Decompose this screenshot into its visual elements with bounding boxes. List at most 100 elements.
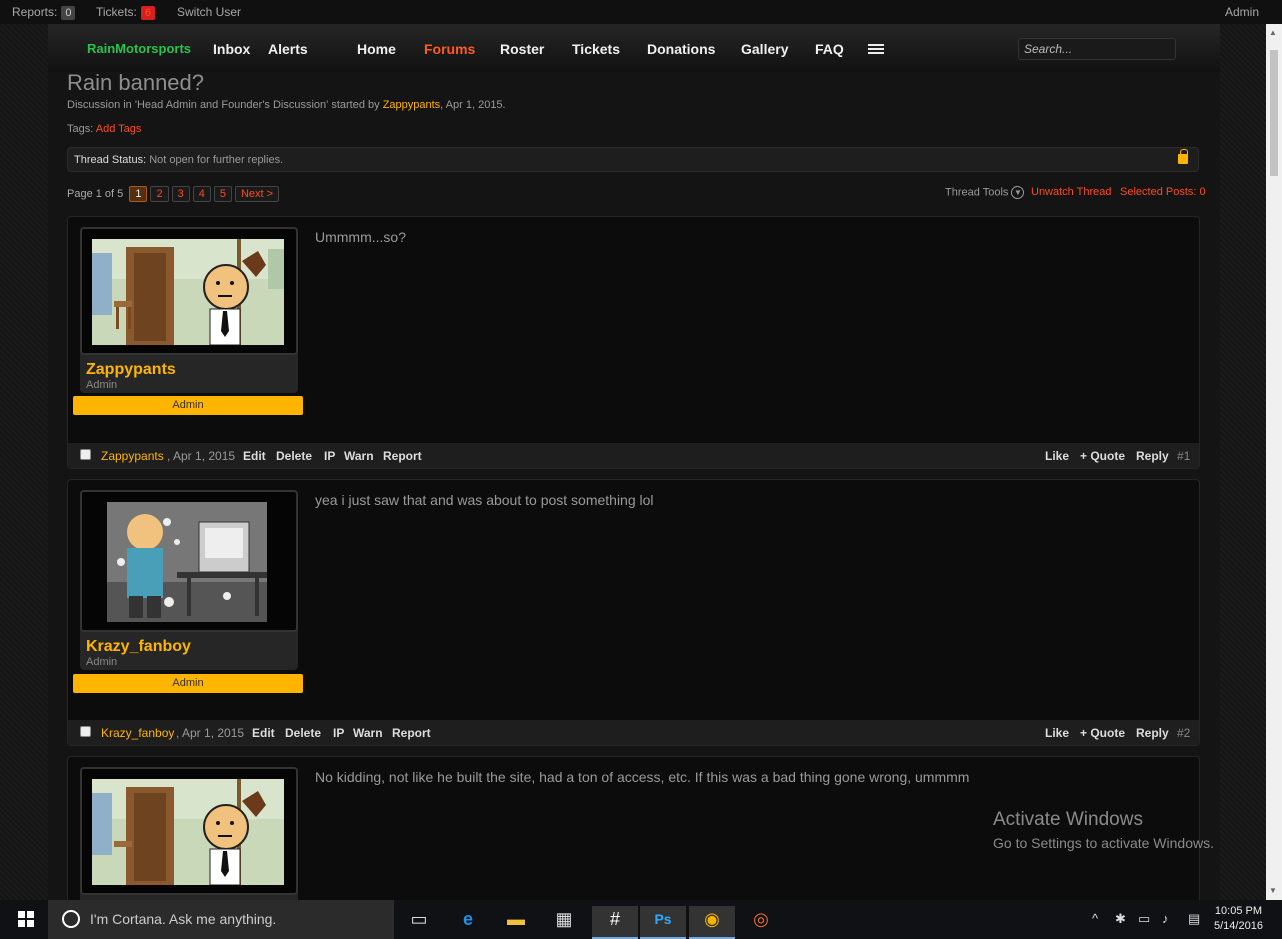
store-icon[interactable]: ▦ xyxy=(541,906,587,939)
account-link[interactable]: Admin xyxy=(1225,5,1259,19)
post-2: Krazy_fanboy Admin Admin yea i just saw … xyxy=(67,479,1200,746)
warn-link[interactable]: Warn xyxy=(344,449,374,463)
warn-link[interactable]: Warn xyxy=(353,726,383,740)
nav-home[interactable]: Home xyxy=(357,41,396,57)
selected-posts-link[interactable]: Selected Posts: 0 xyxy=(1120,186,1206,198)
thread-tools-menu[interactable]: Thread Tools ▼ xyxy=(945,186,1025,199)
thread-status-bar: Thread Status: Not open for further repl… xyxy=(67,147,1199,172)
switch-user-link[interactable]: Switch User xyxy=(177,5,241,19)
staff-bar: Reports: 0 Tickets: 6 Switch User Admin xyxy=(0,0,1282,24)
edit-link[interactable]: Edit xyxy=(243,449,266,463)
scroll-up-icon[interactable]: ▲ xyxy=(1269,28,1277,37)
taskbar: I'm Cortana. Ask me anything. ▭ e ▬ ▦ # … xyxy=(0,900,1282,939)
unwatch-thread-link[interactable]: Unwatch Thread xyxy=(1031,186,1112,198)
post-number-link[interactable]: #2 xyxy=(1177,726,1190,740)
page-link-3[interactable]: 3 xyxy=(171,186,190,202)
select-post-checkbox[interactable] xyxy=(80,726,91,737)
post-author-link[interactable]: Krazy_fanboy xyxy=(101,726,174,740)
nav-faq[interactable]: FAQ xyxy=(815,41,844,57)
like-link[interactable]: Like xyxy=(1045,726,1069,740)
user-info: Zappypants Admin xyxy=(80,227,298,393)
post-footer: Zappypants , Apr 1, 2015 Edit Delete IP … xyxy=(68,443,1199,468)
page-background-left xyxy=(0,24,48,900)
thread-author-link[interactable]: Zappypants xyxy=(383,99,440,111)
search-input[interactable]: Search... xyxy=(1018,38,1176,60)
notifications-icon[interactable]: ▤ xyxy=(1188,911,1200,927)
ip-link[interactable]: IP xyxy=(333,726,344,740)
watermark-title: Activate Windows xyxy=(993,809,1143,830)
chrome-icon[interactable]: ◉ xyxy=(689,906,735,939)
page-link-5[interactable]: 5 xyxy=(213,186,232,202)
add-tags-link[interactable]: Add Tags xyxy=(96,123,142,135)
page-count-label: Page 1 of 5 xyxy=(67,188,124,200)
task-view-icon[interactable]: ▭ xyxy=(396,906,442,939)
tray-app-icon[interactable]: ✱ xyxy=(1115,911,1126,927)
post-date[interactable]: , Apr 1, 2015 xyxy=(167,449,235,463)
user-banner: Admin xyxy=(73,396,303,415)
network-icon[interactable]: ▭ xyxy=(1138,911,1150,927)
windows-start-icon[interactable] xyxy=(18,911,34,927)
clock-time: 10:05 PM xyxy=(1214,905,1263,917)
next-page-link[interactable]: Next > xyxy=(234,186,280,202)
username-link[interactable]: Krazy_fanboy xyxy=(86,638,191,656)
like-link[interactable]: Like xyxy=(1045,449,1069,463)
nav-alerts[interactable]: Alerts xyxy=(268,41,308,57)
delete-link[interactable]: Delete xyxy=(285,726,321,740)
post-footer: Krazy_fanboy , Apr 1, 2015 Edit Delete I… xyxy=(68,720,1199,745)
post-number-link[interactable]: #1 xyxy=(1177,449,1190,463)
scrollbar-thumb[interactable] xyxy=(1270,50,1278,176)
user-banner: Admin xyxy=(73,674,303,693)
page-scrollbar[interactable]: ▲ ▼ xyxy=(1266,24,1282,900)
origin-icon[interactable]: ◎ xyxy=(738,906,784,939)
tickets-link[interactable]: Tickets: 6 xyxy=(96,5,156,20)
avatar[interactable] xyxy=(92,239,284,345)
slack-icon[interactable]: # xyxy=(592,906,638,939)
quote-link[interactable]: + Quote xyxy=(1080,449,1125,463)
post-message: Ummmm...so? xyxy=(315,229,406,245)
nav-roster[interactable]: Roster xyxy=(500,41,544,57)
main-navigation: RainMotorsports Inbox Alerts Home Forums… xyxy=(48,24,1220,72)
volume-icon[interactable]: ♪ xyxy=(1162,911,1169,926)
nav-forums[interactable]: Forums xyxy=(424,41,475,57)
cortana-prompt: I'm Cortana. Ask me anything. xyxy=(90,911,277,927)
delete-link[interactable]: Delete xyxy=(276,449,312,463)
system-clock[interactable]: 10:05 PM 5/14/2016 xyxy=(1214,904,1263,934)
report-link[interactable]: Report xyxy=(383,449,422,463)
quote-link[interactable]: + Quote xyxy=(1080,726,1125,740)
thread-tags: Tags: Add Tags xyxy=(67,123,141,135)
select-post-checkbox[interactable] xyxy=(80,449,91,460)
ip-link[interactable]: IP xyxy=(324,449,335,463)
page-link-4[interactable]: 4 xyxy=(192,186,211,202)
avatar-frame xyxy=(80,490,298,632)
thread-date: , Apr 1, 2015. xyxy=(440,99,506,111)
scroll-down-icon[interactable]: ▼ xyxy=(1269,886,1277,895)
menu-icon[interactable] xyxy=(868,44,884,54)
avatar[interactable] xyxy=(92,779,284,885)
reply-link[interactable]: Reply xyxy=(1136,726,1169,740)
post-1: Zappypants Admin Admin Ummmm...so? Zappy… xyxy=(67,216,1200,469)
username-link[interactable]: Zappypants xyxy=(86,361,176,379)
avatar[interactable] xyxy=(107,502,267,622)
nav-inbox[interactable]: Inbox xyxy=(213,41,250,57)
edit-link[interactable]: Edit xyxy=(252,726,275,740)
post-author-link[interactable]: Zappypants xyxy=(101,449,164,463)
lock-icon xyxy=(1178,149,1188,164)
site-logo[interactable]: RainMotorsports xyxy=(87,41,191,56)
thread-title: Rain banned? xyxy=(67,70,205,95)
reply-link[interactable]: Reply xyxy=(1136,449,1169,463)
clock-date: 5/14/2016 xyxy=(1214,920,1263,932)
tray-overflow-icon[interactable]: ^ xyxy=(1092,911,1098,926)
page-link-1[interactable]: 1 xyxy=(129,186,148,202)
nav-tickets[interactable]: Tickets xyxy=(572,41,620,57)
post-date[interactable]: , Apr 1, 2015 xyxy=(176,726,244,740)
nav-gallery[interactable]: Gallery xyxy=(741,41,788,57)
page-link-2[interactable]: 2 xyxy=(150,186,169,202)
reports-link[interactable]: Reports: 0 xyxy=(12,5,76,20)
thread-status-label: Thread Status: xyxy=(74,154,147,166)
edge-icon[interactable]: e xyxy=(445,906,491,939)
photoshop-icon[interactable]: Ps xyxy=(640,906,686,939)
nav-donations[interactable]: Donations xyxy=(647,41,715,57)
cortana-search-box[interactable]: I'm Cortana. Ask me anything. xyxy=(48,900,394,939)
report-link[interactable]: Report xyxy=(392,726,431,740)
file-explorer-icon[interactable]: ▬ xyxy=(493,906,539,939)
